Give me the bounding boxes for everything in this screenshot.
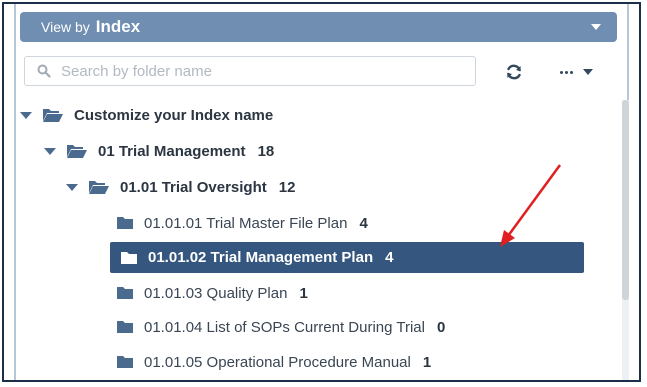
tree-leaf-count: 1 <box>422 353 432 371</box>
tree-folder-count: 18 <box>257 142 275 160</box>
more-options-button[interactable] <box>560 62 604 82</box>
more-options-icon <box>560 70 573 74</box>
folder-open-icon <box>43 109 63 122</box>
tree-root[interactable]: Customize your Index name <box>20 100 273 130</box>
folder-icon <box>117 356 133 368</box>
tree-leaf-01-01-03[interactable]: 01.01.03 Quality Plan 1 <box>116 278 308 308</box>
folder-icon <box>121 251 137 264</box>
view-by-label: View by <box>41 19 90 35</box>
folder-open-icon <box>67 145 87 158</box>
tree-leaf-count: 4 <box>359 214 368 232</box>
tree-leaf-01-01-02-selected[interactable]: 01.01.02 Trial Management Plan 4 <box>110 242 584 273</box>
tree-folder-01-01[interactable]: 01.01 Trial Oversight 12 <box>66 172 295 202</box>
refresh-icon <box>507 64 521 80</box>
caret-down-icon <box>66 183 78 191</box>
tree-leaf-label: 01.01.05 Operational Procedure Manual <box>144 353 411 371</box>
refresh-button[interactable] <box>504 62 524 82</box>
view-by-value: Index <box>95 17 141 36</box>
scrollbar-thumb[interactable] <box>622 100 629 300</box>
folder-icon <box>117 321 133 333</box>
caret-down-icon <box>44 147 56 155</box>
view-by-dropdown[interactable]: View by Index <box>20 12 617 42</box>
tree-leaf-label: 01.01.02 Trial Management Plan <box>148 249 374 266</box>
tree-leaf-count: 0 <box>436 318 446 336</box>
scrollbar[interactable] <box>622 100 629 380</box>
search-field[interactable] <box>24 56 476 86</box>
tree-folder-01[interactable]: 01 Trial Management 18 <box>44 136 274 166</box>
tree-leaf-01-01-05[interactable]: 01.01.05 Operational Procedure Manual 1 <box>116 347 431 377</box>
tree-leaf-label: 01.01.04 List of SOPs Current During Tri… <box>144 318 425 336</box>
tree-leaf-01-01-04[interactable]: 01.01.04 List of SOPs Current During Tri… <box>116 312 445 342</box>
tree-root-label: Customize your Index name <box>74 106 274 124</box>
chevron-down-icon <box>583 69 593 75</box>
tree-leaf-count: 1 <box>299 284 308 302</box>
tree-leaf-count: 4 <box>385 249 394 266</box>
folder-index-panel: View by Index Customize your Index nam <box>2 2 641 382</box>
tree-leaf-label: 01.01.01 Trial Master File Plan <box>144 214 348 232</box>
search-icon <box>37 64 51 78</box>
tree-leaf-01-01-01[interactable]: 01.01.01 Trial Master File Plan 4 <box>116 208 368 238</box>
folder-icon <box>117 287 133 299</box>
tree-folder-label: 01.01 Trial Oversight <box>120 178 267 196</box>
tree-leaf-label: 01.01.03 Quality Plan <box>144 284 288 302</box>
chevron-down-icon <box>591 24 601 30</box>
folder-open-icon <box>89 181 109 194</box>
search-input[interactable] <box>59 61 463 81</box>
tree-folder-label: 01 Trial Management <box>98 142 246 160</box>
caret-down-icon <box>20 111 32 119</box>
folder-icon <box>117 217 133 229</box>
panel-left-border <box>14 4 16 380</box>
tree-folder-count: 12 <box>278 178 296 196</box>
